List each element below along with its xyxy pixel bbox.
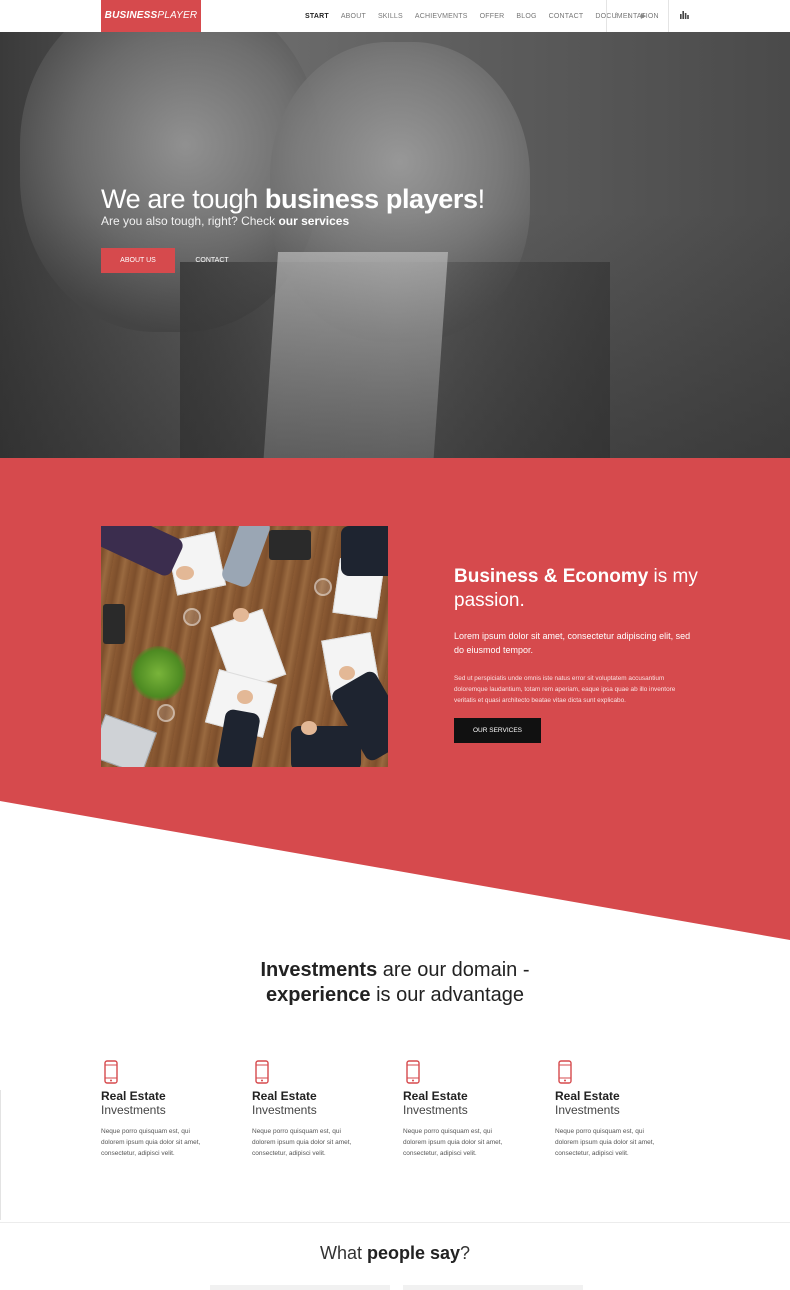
inv-line2-light: is our advantage — [370, 984, 524, 1006]
youtube-icon[interactable]: ▶ — [641, 12, 646, 20]
photo-hand — [301, 721, 317, 735]
photo-hand — [339, 666, 355, 680]
meeting-photo — [101, 526, 388, 767]
hero-title-bold: business players — [264, 184, 478, 214]
edge-line — [0, 1090, 1, 1220]
top-navbar: BUSINESSPLAYER START ABOUT SKILLS ACHIEV… — [0, 0, 790, 32]
testimonials-light: What — [319, 1243, 367, 1263]
photo-tablet — [269, 530, 311, 560]
photo-phone — [103, 604, 125, 644]
contact-button[interactable]: CONTACT — [185, 248, 239, 273]
nav-divider — [606, 0, 607, 32]
nav-item-achievments[interactable]: ACHIEVMENTS — [415, 13, 468, 20]
about-body-paragraph: Sed ut perspiciatis unde omnis iste natu… — [454, 675, 676, 704]
photo-glass — [183, 608, 201, 626]
hero-sub-link[interactable]: our services — [278, 214, 349, 228]
facebook-icon[interactable]: f — [615, 13, 617, 20]
feature-subtitle: Investments — [252, 1103, 317, 1117]
testimonials-end: ? — [460, 1243, 471, 1263]
nav-item-start[interactable]: START — [305, 13, 329, 20]
nav-divider — [668, 0, 669, 32]
hero-title: We are tough business players! — [101, 184, 485, 215]
nav-item-skills[interactable]: SKILLS — [378, 13, 403, 20]
hero-title-end: ! — [477, 184, 486, 214]
testimonial-card — [210, 1285, 390, 1290]
photo-hand — [237, 690, 253, 704]
feature-title: Real Estate — [403, 1089, 468, 1103]
nav-item-about[interactable]: ABOUT — [341, 13, 366, 20]
hero-sub-light: Are you also tough, right? Check — [101, 214, 279, 228]
photo-sleeve — [291, 726, 361, 767]
feature-subtitle: Investments — [101, 1103, 166, 1117]
feature-description: Neque porro quisquam est, qui dolorem ip… — [403, 1128, 503, 1157]
smartphone-icon — [255, 1060, 269, 1084]
logo-bold: BUSINESS — [104, 10, 158, 21]
inv-line2-bold: experience — [266, 984, 371, 1006]
feature-title: Real Estate — [252, 1089, 317, 1103]
feature-list: Real Estate Investments Neque porro quis… — [101, 1060, 701, 1180]
photo-glass — [157, 704, 175, 722]
smartphone-icon — [406, 1060, 420, 1084]
smartphone-icon — [104, 1060, 118, 1084]
our-services-button[interactable]: OUR SERVICES — [454, 718, 541, 743]
testimonials-heading: What people say? — [0, 1243, 790, 1264]
nav-item-contact[interactable]: CONTACT — [549, 13, 584, 20]
bar-chart-icon[interactable] — [680, 10, 689, 19]
about-lead-paragraph: Lorem ipsum dolor sit amet, consectetur … — [454, 631, 691, 655]
nav-item-offer[interactable]: OFFER — [480, 13, 505, 20]
feature-description: Neque porro quisquam est, qui dolorem ip… — [555, 1128, 655, 1157]
nav-item-blog[interactable]: BLOG — [516, 13, 536, 20]
feature-description: Neque porro quisquam est, qui dolorem ip… — [252, 1128, 352, 1157]
feature-description: Neque porro quisquam est, qui dolorem ip… — [101, 1128, 201, 1157]
photo-plant — [131, 646, 186, 701]
twitter-icon[interactable]: t — [628, 13, 630, 20]
photo-hand — [176, 566, 194, 580]
brand-logo[interactable]: BUSINESSPLAYER — [101, 0, 201, 32]
testimonials-bold: people say — [366, 1243, 461, 1263]
photo-sleeve — [341, 526, 388, 576]
feature-subtitle: Investments — [555, 1103, 620, 1117]
hero-subtitle: Are you also tough, right? Check our ser… — [101, 214, 349, 228]
feature-title: Real Estate — [101, 1089, 166, 1103]
logo-light: PLAYER — [157, 10, 198, 21]
about-title-bold: Business & Economy — [454, 566, 649, 587]
inv-line1-light: are our domain - — [377, 959, 530, 981]
social-links: f t ▶ — [615, 0, 657, 32]
inv-line1-bold: Investments — [260, 959, 378, 981]
feature-title: Real Estate — [555, 1089, 620, 1103]
hero-section: We are tough business players! Are you a… — [0, 32, 790, 458]
hero-title-light: We are tough — [101, 184, 265, 214]
about-title: Business & Economy is my passion. — [454, 565, 714, 613]
feature-subtitle: Investments — [403, 1103, 468, 1117]
about-us-button[interactable]: ABOUT US — [101, 248, 175, 273]
section-divider — [0, 1222, 790, 1223]
photo-glass — [314, 578, 332, 596]
smartphone-icon — [558, 1060, 572, 1084]
investments-heading: Investments are our domain - experience … — [0, 958, 790, 1008]
testimonial-card — [403, 1285, 583, 1290]
photo-hand — [233, 608, 249, 622]
